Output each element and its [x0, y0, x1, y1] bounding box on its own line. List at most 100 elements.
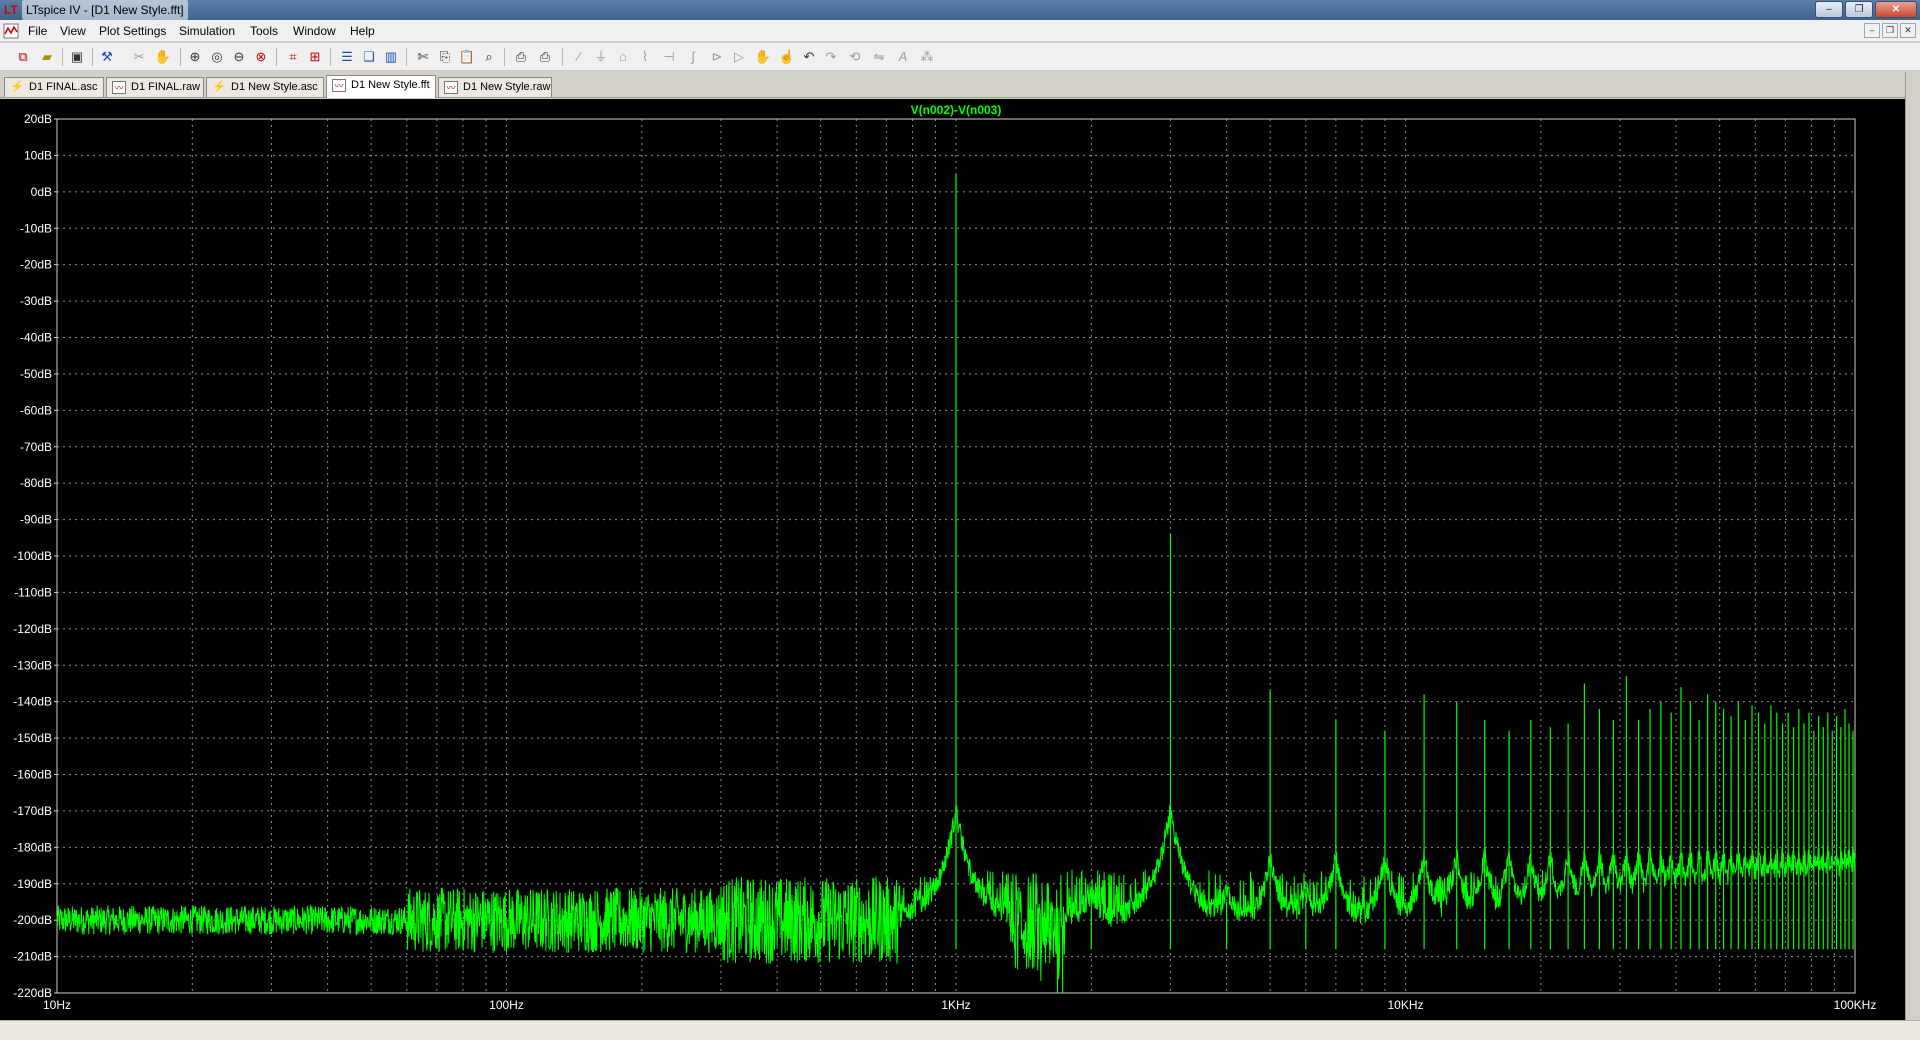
tab-label: D1 New Style.fft [351, 79, 430, 91]
minimize-button[interactable]: – [1815, 1, 1843, 18]
mdi-close-button[interactable]: ✕ [1900, 23, 1916, 38]
y-tick-label: -80dB [20, 476, 52, 490]
mirror-icon[interactable]: ⇋ [870, 48, 888, 66]
tab-label: D1 New Style.raw [463, 81, 551, 93]
autorange-icon[interactable]: ⌗ [284, 48, 302, 66]
waveform-doc-icon[interactable] [3, 23, 19, 39]
toolbar-separator [504, 48, 505, 66]
menu-file[interactable]: File [28, 23, 47, 39]
trace-name-label[interactable]: V(n002)-V(n003) [911, 103, 1002, 117]
trace-group [56, 173, 1856, 994]
copy-icon[interactable]: ⎘ [436, 48, 454, 66]
undo-icon[interactable]: ↶ [800, 48, 818, 66]
fft-plot[interactable]: 20dB 10dB 0dB -10dB -20dB -30dB -40dB -50dB -60d… [0, 99, 1905, 1020]
grid-icon[interactable]: ⊞ [306, 48, 324, 66]
tab-d1-new-style-raw[interactable]: 〰 D1 New Style.raw [438, 77, 552, 97]
spice-directive-icon[interactable]: ⁂ [918, 48, 936, 66]
move-icon[interactable]: ✋ [754, 48, 772, 66]
mdi-restore-button[interactable]: ❐ [1882, 23, 1898, 38]
window-edge-strip [1905, 72, 1920, 1020]
restore-button[interactable]: ❐ [1845, 1, 1873, 18]
ltspice-logo-icon: LT [4, 3, 18, 17]
waveform-icon: 〰 [332, 79, 346, 92]
scissors-icon[interactable]: ✄ [414, 48, 432, 66]
drag-icon[interactable]: ☝ [778, 48, 796, 66]
menu-tools[interactable]: Tools [250, 23, 278, 39]
text-icon[interactable]: A [894, 48, 912, 66]
y-tick-label: -130dB [13, 658, 52, 672]
rotate-icon[interactable]: ⟲ [846, 48, 864, 66]
find-icon[interactable]: ⌕ [480, 48, 498, 66]
y-tick-label: -60dB [20, 403, 52, 417]
menu-view[interactable]: View [60, 23, 86, 39]
x-tick-label: 100KHz [1834, 998, 1877, 1012]
wire-icon[interactable]: ∕ [570, 48, 588, 66]
y-tick-label: -30dB [20, 294, 52, 308]
y-tick-label: -210dB [13, 950, 52, 964]
new-schematic-icon[interactable]: ⧉ [14, 48, 32, 66]
tab-label: D1 FINAL.asc [29, 81, 98, 93]
tab-d1-new-style-fft[interactable]: 〰 D1 New Style.fft [326, 75, 436, 98]
inductor-icon[interactable]: ∫ [684, 48, 702, 66]
redo-icon[interactable]: ↷ [822, 48, 840, 66]
menu-plot-settings[interactable]: Plot Settings [99, 23, 166, 39]
toolbar: ⧉ ▰ ▣ ⚒ ✂ ✋ ⊕ ◎ ⊖ ⊗ ⌗ ⊞ ☰ ❏ ▥ ✄ ⎘ 📋 ⌕ ⎙ … [0, 43, 1920, 71]
ground-icon[interactable]: ⏚ [592, 48, 610, 66]
control-panel-icon[interactable]: ⚒ [98, 48, 116, 66]
capacitor-icon[interactable]: ⊣ [660, 48, 678, 66]
document-tab-bar: ⚡ D1 FINAL.asc 〰 D1 FINAL.raw ⚡ D1 New S… [0, 72, 1920, 98]
cascade-icon[interactable]: ❏ [360, 48, 378, 66]
menu-window[interactable]: Window [293, 23, 336, 39]
print-icon[interactable]: ⎙ [536, 48, 554, 66]
cut-dim-icon[interactable]: ✂ [130, 48, 148, 66]
title-bar: LT LTspice IV - [D1 New Style.fft] – ❐ ✕ [0, 0, 1920, 20]
y-tick-label: -90dB [20, 513, 52, 527]
zoom-in-icon[interactable]: ⊕ [186, 48, 204, 66]
y-tick-label: -40dB [20, 331, 52, 345]
y-tick-label: -70dB [20, 440, 52, 454]
zoom-out-icon[interactable]: ⊖ [230, 48, 248, 66]
tab-label: D1 FINAL.raw [131, 81, 201, 93]
pan-icon[interactable]: ✋ [154, 48, 172, 66]
zoom-area-icon[interactable]: ◎ [208, 48, 226, 66]
tile-vertical-icon[interactable]: ▥ [382, 48, 400, 66]
y-tick-label: 10dB [24, 148, 52, 162]
x-tick-label: 100Hz [489, 998, 524, 1012]
save-icon[interactable]: ▣ [68, 48, 86, 66]
waveform-plot-pane[interactable]: 20dB 10dB 0dB -10dB -20dB -30dB -40dB -50dB -60d… [0, 99, 1920, 1020]
waveform-icon: 〰 [444, 81, 458, 94]
diode-icon[interactable]: ⊳ [708, 48, 726, 66]
y-tick-label: 20dB [24, 112, 52, 126]
menu-simulation[interactable]: Simulation [179, 23, 235, 39]
y-tick-label: -180dB [13, 840, 52, 854]
tab-d1-new-style-asc[interactable]: ⚡ D1 New Style.asc [206, 77, 324, 97]
component-icon[interactable]: ▷ [730, 48, 748, 66]
resistor-icon[interactable]: ⌇ [636, 48, 654, 66]
label-icon[interactable]: ⌂ [614, 48, 632, 66]
print-preview-icon[interactable]: ⎙ [512, 48, 530, 66]
tile-horizontal-icon[interactable]: ☰ [338, 48, 356, 66]
zoom-fit-icon[interactable]: ⊗ [252, 48, 270, 66]
toolbar-separator [92, 48, 93, 66]
y-tick-label: -190dB [13, 877, 52, 891]
waveform-icon: 〰 [112, 81, 126, 94]
tab-d1-final-raw[interactable]: 〰 D1 FINAL.raw [106, 77, 204, 97]
y-tick-label: -20dB [20, 258, 52, 272]
toolbar-separator [180, 48, 181, 66]
y-tick-label: -170dB [13, 804, 52, 818]
menu-help[interactable]: Help [350, 23, 375, 39]
schematic-icon: ⚡ [212, 81, 226, 93]
tab-d1-final-asc[interactable]: ⚡ D1 FINAL.asc [4, 77, 104, 97]
y-tick-label: -150dB [13, 731, 52, 745]
y-tick-label: -120dB [13, 622, 52, 636]
open-icon[interactable]: ▰ [38, 48, 56, 66]
paste-icon[interactable]: 📋 [458, 48, 476, 66]
x-tick-label: 1KHz [941, 998, 970, 1012]
x-axis: 10Hz 100Hz 1KHz 10KHz 100KHz [43, 998, 1876, 1012]
toolbar-separator [62, 48, 63, 66]
window-title: LTspice IV - [D1 New Style.fft] [22, 0, 188, 20]
mdi-minimize-button[interactable]: – [1864, 23, 1880, 38]
close-button[interactable]: ✕ [1875, 1, 1917, 18]
y-tick-label: -10dB [20, 221, 52, 235]
y-tick-label: 0dB [31, 185, 52, 199]
